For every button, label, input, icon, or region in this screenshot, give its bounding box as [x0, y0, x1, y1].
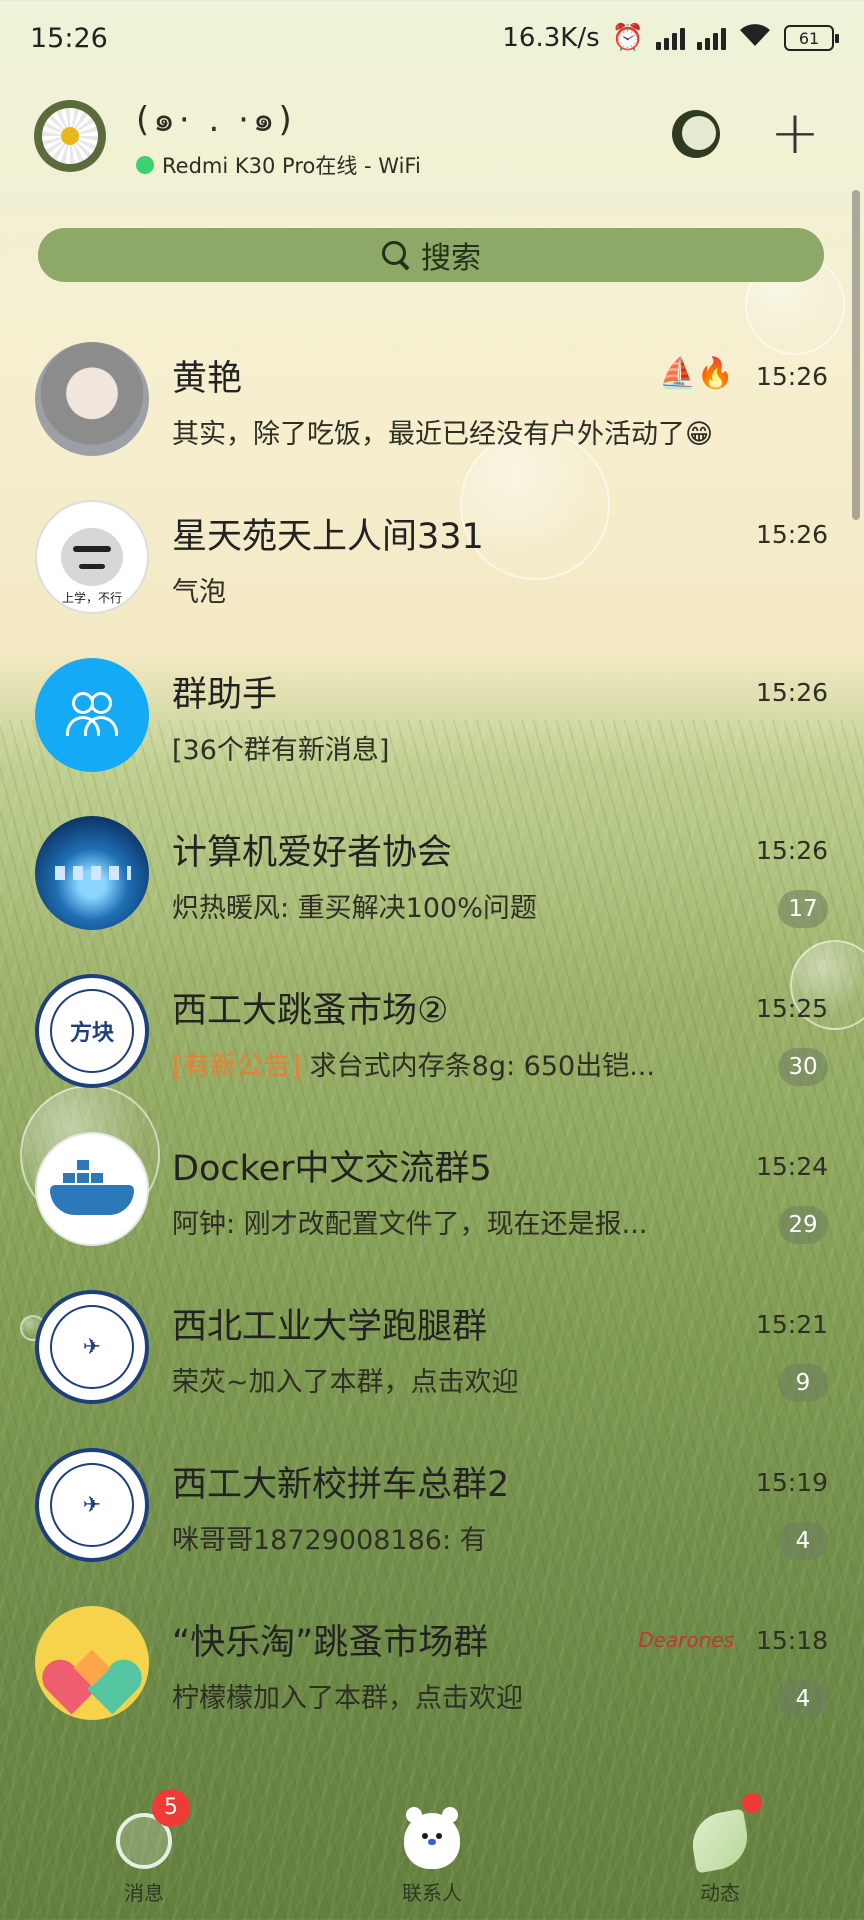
nav-feed[interactable]: 动态	[620, 1793, 820, 1906]
chat-avatar: ✈	[35, 1448, 149, 1562]
chat-avatar	[35, 342, 149, 456]
bear-icon	[404, 1807, 460, 1869]
device-status-text: Redmi K30 Pro在线 - WiFi	[162, 154, 421, 178]
nav-label: 消息	[124, 1881, 164, 1905]
chat-name: “快乐淘”跳蚤市场群	[172, 1623, 489, 1663]
chat-avatar	[35, 658, 149, 772]
wifi-icon	[738, 22, 772, 54]
group-people-icon	[62, 692, 122, 738]
chat-preview-text: 求台式内存条8g: 650出铠...	[309, 1051, 655, 1082]
chat-avatar	[35, 1606, 149, 1720]
header-info[interactable]: (๑· . ·๑) Redmi K30 Pro在线 - WiFi	[136, 92, 421, 180]
unread-badge: 4	[778, 1522, 828, 1560]
unread-badge: 30	[778, 1048, 828, 1086]
chat-name: 西北工业大学跑腿群	[172, 1307, 488, 1347]
chat-avatar	[35, 1132, 149, 1246]
online-dot-icon	[136, 156, 154, 174]
search-bar[interactable]: 搜索	[38, 228, 824, 282]
unread-badge: 4	[778, 1680, 828, 1718]
chat-row[interactable]: 黄艳 ⛵🔥 15:26 其实，除了吃饭，最近已经没有户外活动了😁	[0, 334, 864, 492]
nav-messages[interactable]: 5 消息	[44, 1789, 244, 1906]
search-icon	[381, 240, 411, 270]
chat-avatar: 方块	[35, 974, 149, 1088]
status-bar: 15:26 16.3K/s ⏰ 61	[0, 0, 864, 76]
chat-preview: 气泡	[172, 577, 226, 608]
nav-label: 联系人	[402, 1881, 462, 1905]
add-plus-icon[interactable]: +	[760, 98, 830, 168]
chat-row[interactable]: “快乐淘”跳蚤市场群 Dearones 15:18 柠檬檬加入了本群，点击欢迎 …	[0, 1598, 864, 1756]
docker-whale-icon	[46, 1159, 138, 1219]
device-status: Redmi K30 Pro在线 - WiFi	[136, 150, 421, 180]
chat-status-icons: ⛵🔥	[659, 356, 734, 391]
heart-logo-icon	[35, 1633, 149, 1715]
alarm-icon: ⏰	[611, 23, 644, 53]
bottom-nav: 5 消息 联系人 动态	[0, 1782, 864, 1920]
chat-row[interactable]: 上学，不行 星天苑天上人间331 15:26 气泡	[0, 492, 864, 650]
chat-time: 15:18	[755, 1626, 828, 1655]
chat-row[interactable]: 方块 西工大跳蚤市场② 15:25 [有新公告] 求台式内存条8g: 650出铠…	[0, 966, 864, 1124]
avatar-caption: 上学，不行	[61, 591, 122, 605]
nav-label: 动态	[700, 1881, 740, 1905]
chat-preview: 炽热暖风: 重买解决100%问题	[172, 893, 537, 924]
chat-time: 15:26	[755, 836, 828, 865]
chat-name: Docker中文交流群5	[172, 1149, 492, 1189]
chat-preview: [36个群有新消息]	[172, 735, 390, 766]
chat-row[interactable]: Docker中文交流群5 15:24 阿钟: 刚才改配置文件了，现在还是报...…	[0, 1124, 864, 1282]
chat-row[interactable]: ✈ 西工大新校拼车总群2 15:19 咪哥哥18729008186: 有 4	[0, 1440, 864, 1598]
chat-row[interactable]: ✈ 西北工业大学跑腿群 15:21 荣苂~加入了本群，点击欢迎 9	[0, 1282, 864, 1440]
unread-badge: 9	[778, 1364, 828, 1402]
chat-time: 15:25	[755, 994, 828, 1023]
chat-name: 西工大跳蚤市场②	[172, 991, 449, 1031]
chat-name: 西工大新校拼车总群2	[172, 1465, 510, 1505]
chat-row[interactable]: 群助手 15:26 [36个群有新消息]	[0, 650, 864, 808]
nav-contacts[interactable]: 联系人	[332, 1807, 532, 1906]
feed-dot-badge	[742, 1793, 762, 1813]
search-label: 搜索	[421, 241, 481, 276]
avatar-seal-text: 方块	[50, 989, 134, 1073]
messages-badge: 5	[152, 1789, 190, 1827]
university-logo-icon: ✈	[50, 1305, 134, 1389]
chat-tag: Dearones	[638, 1628, 734, 1652]
nickname: (๑· . ·๑)	[136, 100, 296, 140]
chat-preview: 咪哥哥18729008186: 有	[172, 1525, 487, 1556]
status-time: 15:26	[30, 22, 108, 54]
chat-preview: 其实，除了吃饭，最近已经没有户外活动了😁	[172, 419, 714, 450]
net-speed: 16.3K/s	[502, 23, 600, 53]
chat-time: 15:26	[755, 520, 828, 549]
chat-list: 黄艳 ⛵🔥 15:26 其实，除了吃饭，最近已经没有户外活动了😁 上学，不行 星…	[0, 334, 864, 1756]
chat-name: 群助手	[172, 675, 278, 715]
chat-time: 15:26	[755, 678, 828, 707]
header: (๑· . ·๑) Redmi K30 Pro在线 - WiFi +	[34, 96, 830, 178]
self-avatar[interactable]	[34, 100, 106, 172]
university-logo-icon: ✈	[50, 1463, 134, 1547]
chat-avatar: 上学，不行	[35, 500, 149, 614]
notice-tag: [有新公告]	[172, 1051, 302, 1082]
chat-time: 15:24	[755, 1152, 828, 1181]
signal-icon	[656, 26, 685, 50]
chat-avatar	[35, 816, 149, 930]
unread-badge: 29	[778, 1206, 828, 1244]
chat-avatar: ✈	[35, 1290, 149, 1404]
chat-time: 15:26	[755, 362, 828, 391]
chat-preview: 柠檬檬加入了本群，点击欢迎	[172, 1683, 523, 1714]
chat-time: 15:19	[755, 1468, 828, 1497]
meme-face-icon	[61, 528, 123, 586]
battery-icon: 61	[784, 25, 839, 51]
chat-name: 黄艳	[172, 359, 243, 399]
chat-row[interactable]: 计算机爱好者协会 15:26 炽热暖风: 重买解决100%问题 17	[0, 808, 864, 966]
chat-preview: 阿钟: 刚才改配置文件了，现在还是报...	[172, 1209, 648, 1240]
leaf-icon	[687, 1808, 753, 1874]
status-icons: 16.3K/s ⏰ 61	[502, 22, 839, 54]
unread-badge: 17	[778, 890, 828, 928]
signal-hd-icon	[697, 26, 726, 50]
chat-name: 星天苑天上人间331	[172, 517, 484, 557]
chat-preview: 荣苂~加入了本群，点击欢迎	[172, 1367, 519, 1398]
night-mode-icon[interactable]	[672, 110, 720, 158]
chat-name: 计算机爱好者协会	[172, 833, 453, 873]
chat-preview: [有新公告] 求台式内存条8g: 650出铠...	[172, 1044, 655, 1083]
chat-time: 15:21	[755, 1310, 828, 1339]
